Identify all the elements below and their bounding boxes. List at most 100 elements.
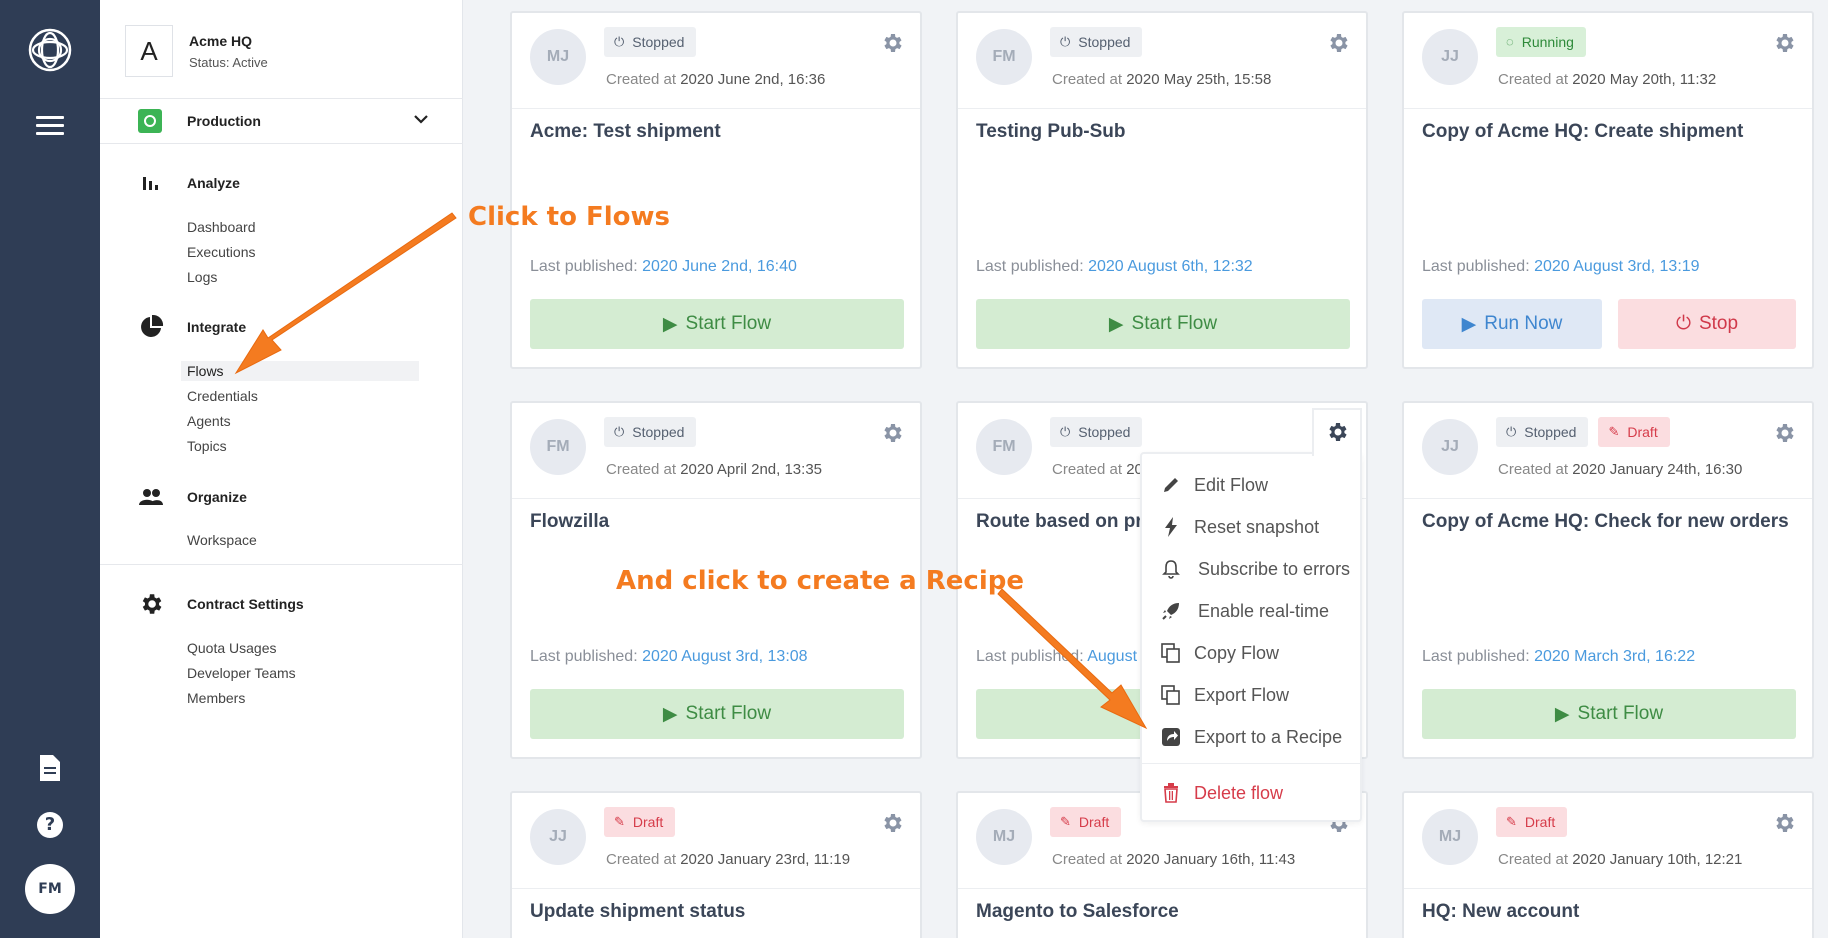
flow-title[interactable]: Copy of Acme HQ: Create shipment (1422, 121, 1743, 143)
card-divider (958, 888, 1366, 889)
last-published-label: Last published: (530, 648, 638, 665)
status-badge: ⏻ Stopped (1050, 27, 1143, 57)
hamburger-menu-icon[interactable] (36, 116, 64, 136)
refresh-icon: ◌ (1506, 34, 1514, 49)
menu-enable-realtime[interactable]: Enable real-time (1160, 600, 1329, 622)
flow-card[interactable]: JJ ⏻ Stopped ✎ Draft Created at 2020 January … (1402, 401, 1814, 759)
gear-icon[interactable] (1772, 31, 1796, 55)
owner-avatar: FM (976, 29, 1032, 85)
section-integrate: Integrate (138, 314, 246, 340)
last-published-link[interactable]: 2020 June 2nd, 16:40 (642, 258, 797, 275)
flow-card[interactable]: FM ⏻ Stopped Created at 2020 May 25th, 15:5… (956, 11, 1368, 369)
chevron-down-icon[interactable] (413, 111, 429, 127)
menu-delete-flow[interactable]: Delete flow (1160, 782, 1283, 804)
nav-quota-usages[interactable]: Quota Usages (187, 638, 277, 658)
gear-icon[interactable] (1326, 31, 1350, 55)
flow-title[interactable]: HQ: New account (1422, 901, 1579, 923)
nav-credentials[interactable]: Credentials (187, 386, 258, 406)
menu-reset-snapshot[interactable]: Reset snapshot (1160, 516, 1319, 538)
menu-subscribe-errors[interactable]: Subscribe to errors (1160, 558, 1350, 580)
card-divider (1404, 108, 1812, 109)
nav-agents[interactable]: Agents (187, 411, 231, 431)
menu-edit-flow[interactable]: Edit Flow (1160, 474, 1268, 496)
flow-card[interactable]: MJ ⏻ Stopped Created at 2020 June 2nd, 16:3… (510, 11, 922, 369)
created-at-value: 2020 January 16th, 11:43 (1126, 851, 1296, 868)
last-published: Last published: 2020 June 2nd, 16:40 (530, 258, 797, 276)
status-badge-label: Draft (1627, 424, 1658, 440)
gear-icon[interactable] (1772, 421, 1796, 445)
run-now-button[interactable]: ▶ Run Now (1422, 299, 1602, 349)
flow-card[interactable]: JJ ◌ Running Created at 2020 May 20th, 11:3… (1402, 11, 1814, 369)
share-icon (1160, 726, 1182, 748)
flow-title[interactable]: Acme: Test shipment (530, 121, 721, 143)
section-contract-label: Contract Settings (187, 596, 304, 612)
environment-selector[interactable]: Production (100, 98, 463, 144)
last-published-link[interactable]: 2020 March 3rd, 16:22 (1534, 648, 1695, 665)
menu-export-flow-label: Export Flow (1194, 684, 1290, 705)
annotation-click-flows: Click to Flows (468, 202, 671, 232)
owner-avatar: JJ (1422, 419, 1478, 475)
last-published: Last published: 2020 March 3rd, 16:22 (1422, 648, 1695, 666)
last-published-link[interactable]: 2020 August 3rd, 13:19 (1534, 258, 1699, 275)
start-flow-button[interactable]: ▶ Start Flow (976, 299, 1350, 349)
gear-icon[interactable] (880, 811, 904, 835)
last-published-link[interactable]: August (1087, 648, 1137, 665)
user-avatar[interactable]: FM (25, 864, 75, 914)
nav-executions[interactable]: Executions (187, 242, 255, 262)
status-badge-label: Stopped (1078, 424, 1131, 440)
created-at: Created at 2020 January 24th, 16:30 (1498, 461, 1742, 478)
created-at-label: Created at (606, 71, 677, 88)
gear-icon[interactable] (880, 31, 904, 55)
gear-icon[interactable] (1772, 811, 1796, 835)
flow-title[interactable]: Magento to Salesforce (976, 901, 1179, 923)
active-gear-tab[interactable] (1312, 408, 1362, 456)
created-at: Created at 2020 April 2nd, 13:35 (606, 461, 822, 478)
nav-developer-teams[interactable]: Developer Teams (187, 663, 296, 683)
stop-button[interactable]: ⏻ Stop (1618, 299, 1796, 349)
flow-card[interactable]: JJ ✎ Draft Created at 2020 January 23rd, 11… (510, 791, 922, 938)
flow-title[interactable]: Flowzilla (530, 511, 609, 533)
environment-label: Production (187, 113, 261, 129)
flow-title[interactable]: Copy of Acme HQ: Check for new orders (1422, 511, 1789, 533)
app-rail: ? FM (0, 0, 100, 938)
flow-title[interactable]: Route based on pr (976, 511, 1143, 533)
start-flow-button[interactable]: ▶ Start Flow (530, 689, 904, 739)
nav-members[interactable]: Members (187, 688, 245, 708)
org-switcher[interactable]: A Acme HQ Status: Active (125, 25, 268, 77)
flow-actions-menu: Edit Flow Reset snapshot Subscribe to er… (1140, 452, 1362, 822)
menu-export-flow[interactable]: Export Flow (1160, 684, 1289, 706)
nav-workspace[interactable]: Workspace (187, 530, 257, 550)
last-published-link[interactable]: 2020 August 6th, 12:32 (1088, 258, 1253, 275)
nav-dashboard[interactable]: Dashboard (187, 217, 256, 237)
status-badge: ◌ Running (1496, 27, 1586, 57)
help-icon[interactable]: ? (37, 812, 63, 838)
start-flow-button[interactable]: ▶ Start Flow (1422, 689, 1796, 739)
gear-icon[interactable] (880, 421, 904, 445)
created-at: Created at 20 (1052, 461, 1143, 478)
menu-export-recipe[interactable]: Export to a Recipe (1160, 726, 1342, 748)
annotation-click-recipe: And click to create a Recipe (616, 566, 1024, 596)
power-icon: ⏻ (1506, 424, 1517, 439)
flow-title[interactable]: Testing Pub-Sub (976, 121, 1126, 143)
owner-avatar: MJ (530, 29, 586, 85)
nav-logs[interactable]: Logs (187, 267, 217, 287)
created-at-label: Created at (1498, 851, 1569, 868)
nav-topics[interactable]: Topics (187, 436, 227, 456)
last-published-link[interactable]: 2020 August 3rd, 13:08 (642, 648, 807, 665)
app-logo-icon[interactable] (27, 27, 73, 73)
created-at: Created at 2020 January 16th, 11:43 (1052, 851, 1295, 868)
nav-flows[interactable]: Flows (181, 361, 419, 381)
status-badges: ⏻ Stopped (604, 27, 706, 57)
flow-title[interactable]: Update shipment status (530, 901, 745, 923)
start-flow-button[interactable]: ▶ Start Flow (530, 299, 904, 349)
gear-icon[interactable] (1325, 420, 1349, 444)
org-logo: A (125, 25, 173, 77)
document-icon[interactable] (38, 754, 62, 782)
status-badge-label: Stopped (1524, 424, 1577, 440)
flow-card[interactable]: MJ ✎ Draft Created at 2020 January 10th, 12… (1402, 791, 1814, 938)
org-name: Acme HQ (189, 32, 253, 49)
menu-enable-realtime-label: Enable real-time (1198, 600, 1330, 621)
power-icon: ⏻ (1675, 313, 1691, 334)
section-analyze-label: Analyze (187, 175, 240, 191)
menu-copy-flow[interactable]: Copy Flow (1160, 642, 1279, 664)
